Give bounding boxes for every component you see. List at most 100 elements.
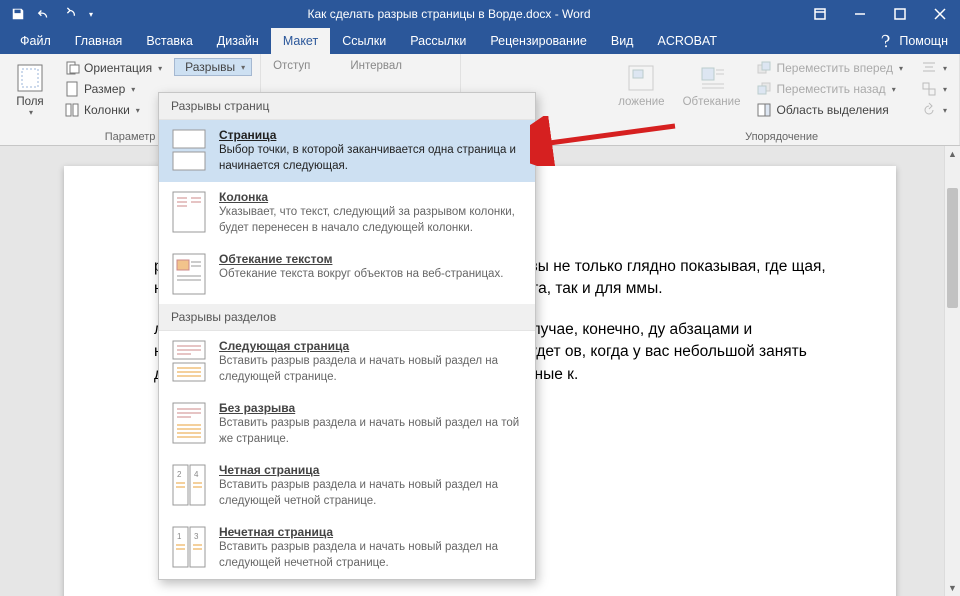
qat-more-button[interactable]: ▾ — [84, 2, 98, 26]
minimize-button[interactable] — [840, 0, 880, 28]
chevron-down-icon: ▾ — [29, 108, 33, 117]
breaks-dropdown: Разрывы страниц Страница Выбор точки, в … — [158, 92, 536, 580]
group-button[interactable]: ▾ — [917, 79, 951, 99]
position-label: ложение — [618, 96, 664, 108]
dropdown-item-text-wrapping-break[interactable]: Обтекание текстом Обтекание текста вокру… — [159, 244, 535, 304]
rotate-icon — [921, 102, 937, 118]
tab-design[interactable]: Дизайн — [205, 28, 271, 54]
size-button[interactable]: Размер▾ — [60, 79, 166, 99]
dropdown-item-desc: Вставить разрыв раздела и начать новый р… — [219, 540, 523, 571]
columns-icon — [64, 102, 80, 118]
orientation-button[interactable]: Ориентация▾ — [60, 58, 166, 78]
even-page-icon: 24 — [171, 463, 207, 507]
margins-label: Поля — [16, 96, 43, 108]
columns-label: Колонки — [84, 103, 130, 117]
margins-button[interactable]: Поля ▾ — [8, 58, 52, 121]
spacing-label: Интервал — [350, 60, 402, 72]
bring-forward-label: Переместить вперед — [776, 61, 892, 75]
breaks-label: Разрывы — [185, 60, 235, 74]
tell-me-label: Помощн — [899, 34, 948, 48]
bring-forward-button[interactable]: Переместить вперед▾ — [752, 58, 907, 78]
position-icon — [625, 62, 657, 94]
tab-home[interactable]: Главная — [63, 28, 135, 54]
group-arrange: ложение Обтекание Переместить вперед▾ Пе… — [604, 54, 960, 145]
rotate-button[interactable]: ▾ — [917, 100, 951, 120]
text-wrapping-icon — [171, 252, 207, 296]
indent-label: Отступ — [273, 60, 310, 72]
selection-pane-icon — [756, 102, 772, 118]
dropdown-item-even-page[interactable]: 24 Четная страница Вставить разрыв разде… — [159, 455, 535, 517]
window-controls — [800, 0, 960, 28]
dropdown-item-odd-page[interactable]: 13 Нечетная страница Вставить разрыв раз… — [159, 517, 535, 579]
dropdown-item-desc: Вставить разрыв раздела и начать новый р… — [219, 478, 523, 509]
dropdown-item-desc: Выбор точки, в которой заканчивается одн… — [219, 143, 523, 174]
tab-review[interactable]: Рецензирование — [478, 28, 599, 54]
dropdown-item-desc: Указывает, что текст, следующий за разры… — [219, 205, 523, 236]
scroll-down-button[interactable]: ▼ — [945, 580, 960, 596]
dropdown-item-desc: Обтекание текста вокруг объектов на веб-… — [219, 267, 503, 283]
close-button[interactable] — [920, 0, 960, 28]
scroll-up-button[interactable]: ▲ — [945, 146, 960, 162]
group-icon — [921, 81, 937, 97]
dropdown-item-column-break[interactable]: Колонка Указывает, что текст, следующий … — [159, 182, 535, 244]
send-backward-icon — [756, 81, 772, 97]
quick-access-toolbar: ▾ — [0, 2, 98, 26]
dropdown-item-title: Без разрыва — [219, 401, 523, 415]
page-break-icon — [171, 128, 207, 172]
tab-file[interactable]: Файл — [8, 28, 63, 54]
selection-pane-button[interactable]: Область выделения — [752, 100, 907, 120]
tab-references[interactable]: Ссылки — [330, 28, 398, 54]
save-button[interactable] — [6, 2, 30, 26]
dropdown-item-title: Обтекание текстом — [219, 252, 503, 266]
wrap-icon — [696, 62, 728, 94]
position-button[interactable]: ложение — [612, 58, 670, 120]
tab-acrobat[interactable]: ACROBAT — [645, 28, 729, 54]
selection-pane-label: Область выделения — [776, 103, 888, 117]
align-icon — [921, 60, 937, 76]
tell-me-field[interactable]: Помощн — [867, 28, 960, 54]
dropdown-item-desc: Вставить разрыв раздела и начать новый р… — [219, 354, 523, 385]
dropdown-item-title: Следующая страница — [219, 339, 523, 353]
size-icon — [64, 81, 80, 97]
orientation-icon — [64, 60, 80, 76]
dropdown-section-header: Разрывы разделов — [159, 304, 535, 331]
dropdown-item-continuous[interactable]: Без разрыва Вставить разрыв раздела и на… — [159, 393, 535, 455]
dropdown-item-title: Четная страница — [219, 463, 523, 477]
title-bar: ▾ Как сделать разрыв страницы в Ворде.do… — [0, 0, 960, 28]
align-button[interactable]: ▾ — [917, 58, 951, 78]
columns-button[interactable]: Колонки▾ — [60, 100, 166, 120]
continuous-icon — [171, 401, 207, 445]
svg-text:1: 1 — [177, 532, 182, 541]
tab-insert[interactable]: Вставка — [134, 28, 204, 54]
column-break-icon — [171, 190, 207, 234]
odd-page-icon: 13 — [171, 525, 207, 569]
tab-view[interactable]: Вид — [599, 28, 646, 54]
redo-button[interactable] — [58, 2, 82, 26]
ribbon-display-options[interactable] — [800, 0, 840, 28]
bring-forward-icon — [756, 60, 772, 76]
dropdown-item-desc: Вставить разрыв раздела и начать новый р… — [219, 416, 523, 447]
margins-icon — [14, 62, 46, 94]
undo-button[interactable] — [32, 2, 56, 26]
size-label: Размер — [84, 82, 125, 96]
wrap-label: Обтекание — [683, 96, 741, 108]
svg-text:2: 2 — [177, 470, 182, 479]
window-title: Как сделать разрыв страницы в Ворде.docx… — [98, 7, 800, 21]
dropdown-item-title: Колонка — [219, 190, 523, 204]
breaks-button[interactable]: Разрывы▾ — [174, 58, 252, 76]
dropdown-item-page-break[interactable]: Страница Выбор точки, в которой заканчив… — [159, 120, 535, 182]
next-page-icon — [171, 339, 207, 383]
svg-text:4: 4 — [194, 470, 199, 479]
maximize-button[interactable] — [880, 0, 920, 28]
tab-layout[interactable]: Макет — [271, 28, 330, 54]
tab-mailings[interactable]: Рассылки — [398, 28, 478, 54]
dropdown-item-title: Нечетная страница — [219, 525, 523, 539]
dropdown-item-next-page[interactable]: Следующая страница Вставить разрыв разде… — [159, 331, 535, 393]
send-backward-label: Переместить назад — [776, 82, 885, 96]
group-arrange-label: Упорядочение — [612, 129, 951, 143]
send-backward-button[interactable]: Переместить назад▾ — [752, 79, 907, 99]
scroll-thumb[interactable] — [947, 188, 958, 308]
vertical-scrollbar[interactable]: ▲ ▼ — [944, 146, 960, 596]
ribbon-tabs: Файл Главная Вставка Дизайн Макет Ссылки… — [0, 28, 960, 54]
wrap-text-button[interactable]: Обтекание — [677, 58, 747, 120]
